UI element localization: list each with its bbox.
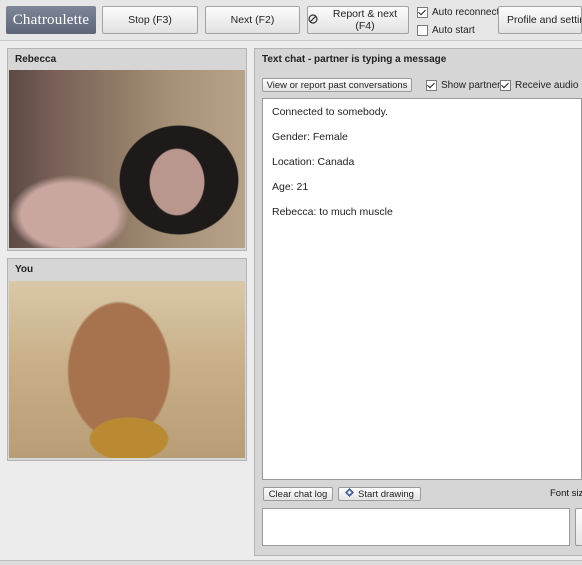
prohibited-icon — [308, 13, 318, 27]
chat-message: Location: Canada — [272, 156, 355, 168]
chat-message: Gender: Female — [272, 131, 348, 143]
auto-reconnect-box[interactable] — [417, 6, 428, 18]
start-drawing-button[interactable]: Start drawing — [338, 487, 421, 501]
you-label: You — [15, 264, 34, 275]
chatroulette-logo: Chatroulette — [6, 6, 96, 34]
diamond-icon — [345, 488, 354, 500]
chat-message: Connected to somebody. — [272, 106, 388, 118]
clear-chat-log-button[interactable]: Clear chat log — [263, 487, 333, 501]
chat-message: Rebecca: to much muscle — [272, 206, 393, 218]
self-video — [9, 281, 245, 458]
font-size-label: Font siz — [550, 488, 582, 499]
auto-start-box[interactable] — [417, 24, 428, 36]
show-partner-label: Show partner — [441, 80, 501, 91]
show-partner-checkbox[interactable]: Show partner — [426, 79, 500, 92]
start-drawing-label: Start drawing — [358, 488, 414, 500]
chat-message: Age: 21 — [272, 181, 309, 193]
show-partner-box[interactable] — [426, 80, 437, 91]
partner-video — [9, 70, 245, 248]
auto-reconnect-checkbox[interactable]: Auto reconnect — [417, 5, 499, 19]
auto-start-label: Auto start — [432, 24, 475, 36]
profile-settings-label: Profile and settings — [507, 14, 581, 26]
report-and-next-label: Report & next (F4) — [332, 8, 398, 32]
view-report-conversations-button[interactable]: View or report past conversations — [262, 78, 412, 92]
clear-chat-log-label: Clear chat log — [268, 488, 328, 500]
profile-settings-button[interactable]: Profile and settings — [498, 6, 582, 34]
receive-audio-checkbox[interactable]: Receive audio — [500, 79, 582, 92]
view-report-label: View or report past conversations — [266, 79, 408, 91]
receive-audio-label: Receive audio — [515, 80, 579, 91]
chat-status-header: Text chat - partner is typing a message — [262, 54, 447, 65]
auto-start-checkbox[interactable]: Auto start — [417, 23, 475, 37]
stop-button[interactable]: Stop (F3) — [102, 6, 198, 34]
horizontal-scrollbar[interactable] — [0, 560, 582, 565]
next-button-label: Next (F2) — [230, 14, 275, 26]
send-button[interactable] — [575, 508, 582, 546]
partner-name: Rebecca — [15, 54, 57, 65]
receive-audio-box[interactable] — [500, 80, 511, 91]
auto-reconnect-label: Auto reconnect — [432, 6, 500, 18]
report-and-next-button[interactable]: Report & next (F4) — [307, 6, 409, 34]
next-button[interactable]: Next (F2) — [205, 6, 300, 34]
chat-message-input[interactable] — [262, 508, 570, 546]
chat-log: Connected to somebody. Gender: Female Lo… — [262, 98, 582, 480]
stop-button-label: Stop (F3) — [128, 14, 172, 26]
